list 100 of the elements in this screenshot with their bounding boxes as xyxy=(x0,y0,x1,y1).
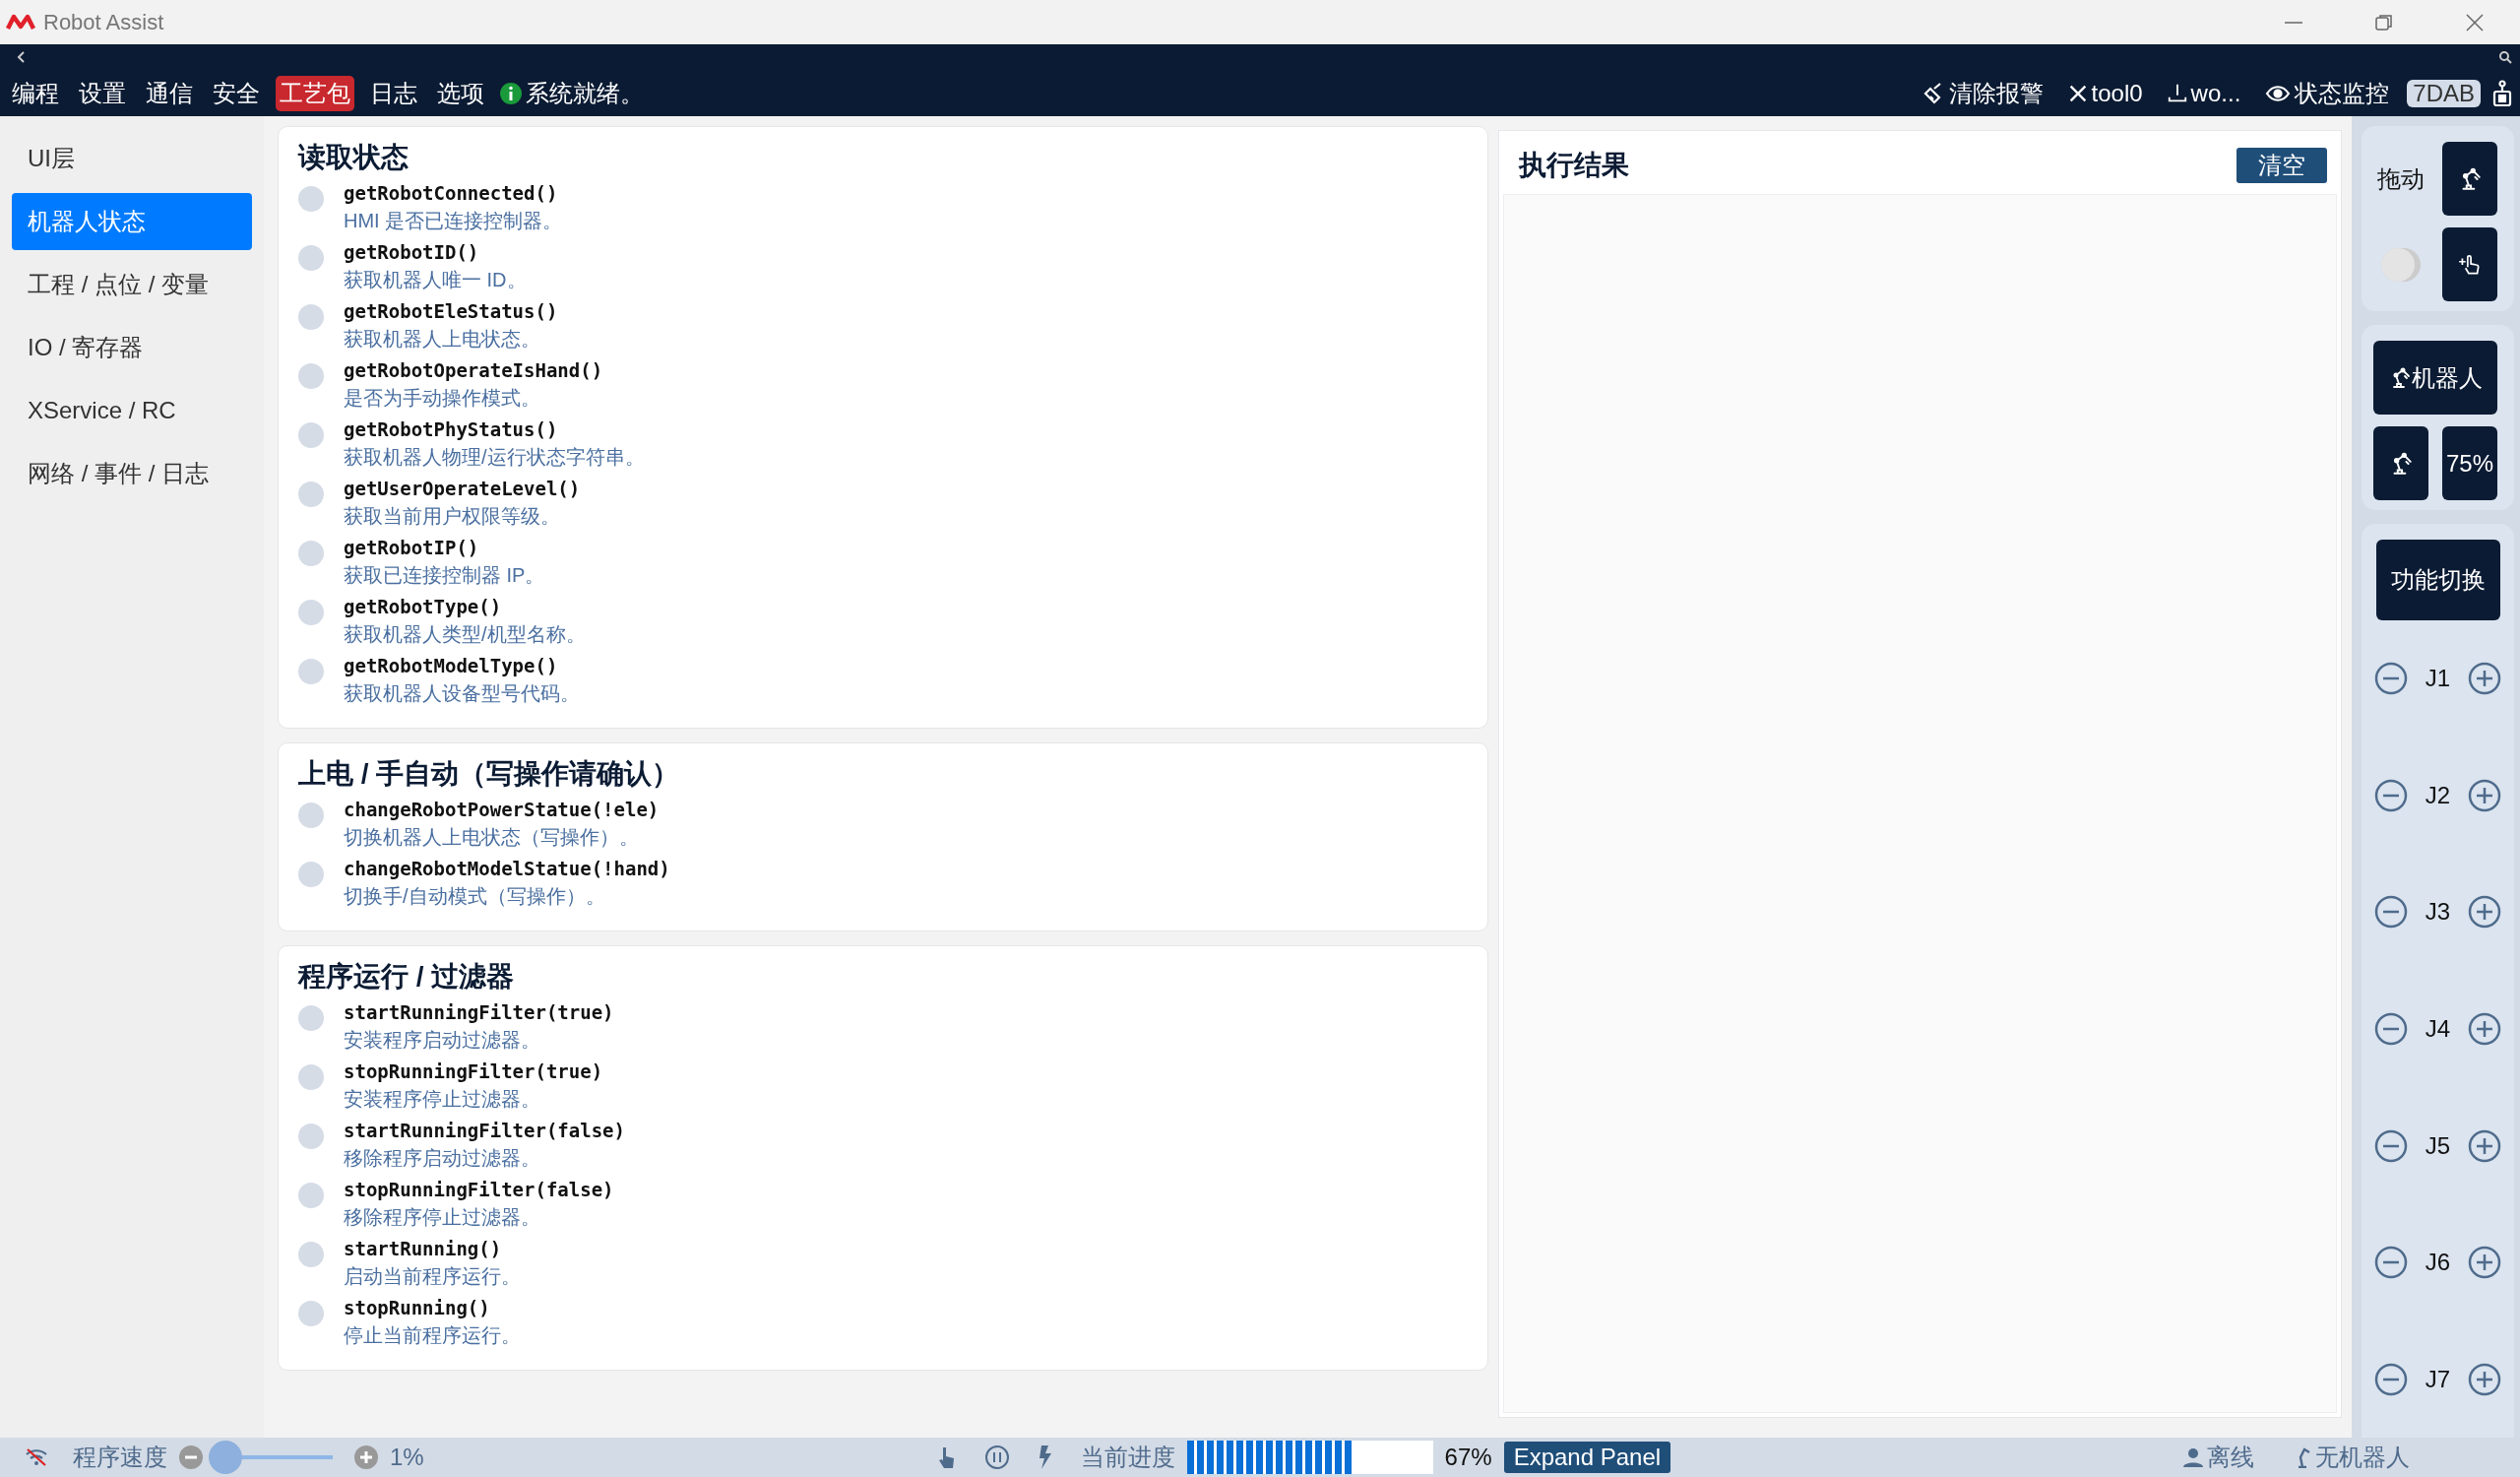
function-name: getRobotType() xyxy=(344,596,503,617)
plus-button[interactable] xyxy=(2466,661,2502,697)
hand-button[interactable] xyxy=(2442,227,2497,301)
menu-tab[interactable]: 工艺包 xyxy=(276,75,354,111)
section-title: 程序运行 / 过滤器 xyxy=(298,960,516,994)
radio-button[interactable] xyxy=(298,363,324,389)
minus-button[interactable] xyxy=(2373,661,2410,697)
plus-button[interactable] xyxy=(2466,1245,2502,1281)
function-description: 安装程序启动过滤器。 xyxy=(344,1028,541,1053)
robot-button[interactable]: 机器人 xyxy=(2373,341,2497,415)
plus-button[interactable] xyxy=(2466,894,2502,931)
menu-tab[interactable]: 安全 xyxy=(209,75,264,111)
robot-arm-button[interactable] xyxy=(2442,142,2497,216)
close-button[interactable] xyxy=(2465,12,2485,32)
speed-label: 程序速度 xyxy=(73,1443,167,1472)
speed-up-button[interactable] xyxy=(354,1445,378,1469)
minimize-button[interactable] xyxy=(2284,21,2303,24)
device-badge: 7DAB xyxy=(2407,79,2481,107)
minus-button[interactable] xyxy=(2373,1010,2410,1047)
plus-button[interactable] xyxy=(2466,1361,2502,1397)
function-description: 获取当前用户权限等级。 xyxy=(344,504,561,529)
minimize-icon xyxy=(2284,21,2303,24)
plus-button[interactable] xyxy=(2466,1127,2502,1164)
radio-button[interactable] xyxy=(298,1064,324,1090)
joint-label: J5 xyxy=(2425,1131,2451,1160)
drag-toggle[interactable] xyxy=(2381,247,2421,282)
radio-button[interactable] xyxy=(298,862,324,887)
menu-tab[interactable]: 日志 xyxy=(366,75,421,111)
clear-button[interactable]: 清空 xyxy=(2236,148,2327,183)
minus-button[interactable] xyxy=(2373,1245,2410,1281)
radio-button[interactable] xyxy=(298,541,324,566)
minus-button[interactable] xyxy=(2373,1127,2410,1164)
menu-tab[interactable]: 通信 xyxy=(142,75,197,111)
speed-button[interactable]: 75% xyxy=(2442,426,2497,500)
toolbar-action[interactable]: tool0 xyxy=(2060,79,2149,107)
speed-down-button[interactable] xyxy=(179,1445,203,1469)
section-title: 读取状态 xyxy=(298,141,410,174)
function-description: 获取机器人上电状态。 xyxy=(344,327,541,352)
function-switch-button[interactable]: 功能切换 xyxy=(2375,540,2500,620)
radio-button[interactable] xyxy=(298,186,324,212)
function-name: startRunningFilter(false) xyxy=(344,1120,625,1141)
hand-pointer-button[interactable] xyxy=(936,1445,957,1469)
radio-button[interactable] xyxy=(298,1301,324,1326)
function-name: changeRobotModelStatue(!hand) xyxy=(344,858,670,879)
section-title: 上电 / 手自动（写操作请确认） xyxy=(298,757,681,791)
radio-button[interactable] xyxy=(298,304,324,330)
radio-button[interactable] xyxy=(298,600,324,625)
function-description: 获取机器人物理/运行状态字符串。 xyxy=(344,445,645,470)
sidebar-item[interactable]: UI层 xyxy=(12,130,252,187)
minus-button[interactable] xyxy=(2373,1361,2410,1397)
radio-button[interactable] xyxy=(298,482,324,507)
toolbar-action[interactable]: 状态监控 xyxy=(2258,77,2396,109)
radio-button[interactable] xyxy=(298,1242,324,1267)
function-description: 获取机器人设备型号代码。 xyxy=(344,681,580,706)
radio-button[interactable] xyxy=(298,422,324,448)
toolbar-action[interactable]: wo... xyxy=(2160,79,2247,107)
function-description: 启动当前程序运行。 xyxy=(344,1264,521,1289)
function-name: getRobotIP() xyxy=(344,537,480,558)
radio-button[interactable] xyxy=(298,1005,324,1031)
function-name: getUserOperateLevel() xyxy=(344,478,581,499)
window-title: Robot Assist xyxy=(43,9,164,35)
back-button[interactable] xyxy=(16,50,26,64)
plus-button[interactable] xyxy=(2466,1010,2502,1047)
menu-tab[interactable]: 选项 xyxy=(433,75,488,111)
minus-button[interactable] xyxy=(2373,894,2410,931)
result-title: 执行结果 xyxy=(1519,149,1629,182)
pause-button[interactable] xyxy=(983,1445,1010,1470)
status-text: 系统就绪。 xyxy=(526,78,644,108)
restore-button[interactable] xyxy=(2374,12,2394,32)
joint-label: J6 xyxy=(2425,1249,2451,1277)
radio-button[interactable] xyxy=(298,1124,324,1149)
sidebar-item[interactable]: 网络 / 事件 / 日志 xyxy=(12,445,252,502)
plus-button[interactable] xyxy=(2466,777,2502,813)
menu-tab[interactable]: 设置 xyxy=(75,75,130,111)
menu-tab[interactable]: 编程 xyxy=(8,75,63,111)
joint-label: J1 xyxy=(2425,665,2451,693)
sidebar-item[interactable]: 机器人状态 xyxy=(12,193,252,250)
slider-thumb[interactable] xyxy=(209,1441,243,1474)
joint-label: J4 xyxy=(2425,1014,2451,1043)
lightning-icon xyxy=(1037,1445,1053,1469)
progress-value: 67% xyxy=(1444,1444,1492,1471)
radio-button[interactable] xyxy=(298,659,324,684)
robot-arm-button[interactable] xyxy=(2373,426,2428,500)
sidebar-item[interactable]: XService / RC xyxy=(12,382,252,439)
sidebar-item[interactable]: 工程 / 点位 / 变量 xyxy=(12,256,252,313)
robot-arm-icon xyxy=(2296,1446,2311,1468)
joint-label: J7 xyxy=(2425,1365,2451,1393)
toolbar-action[interactable]: 清除报警 xyxy=(1916,77,2049,109)
radio-button[interactable] xyxy=(298,245,324,271)
radio-button[interactable] xyxy=(298,803,324,828)
connection-status: 离线 xyxy=(2207,1443,2254,1472)
function-name: getRobotEleStatus() xyxy=(344,300,558,322)
expand-panel-button[interactable]: Expand Panel xyxy=(1503,1442,1671,1473)
joystick-button[interactable] xyxy=(2492,79,2512,107)
progress-label: 当前进度 xyxy=(1080,1443,1175,1472)
radio-button[interactable] xyxy=(298,1183,324,1208)
minus-button[interactable] xyxy=(2373,777,2410,813)
sidebar-item[interactable]: IO / 寄存器 xyxy=(12,319,252,376)
function-description: 切换机器人上电状态（写操作）。 xyxy=(344,825,640,850)
search-button[interactable] xyxy=(2498,50,2512,64)
